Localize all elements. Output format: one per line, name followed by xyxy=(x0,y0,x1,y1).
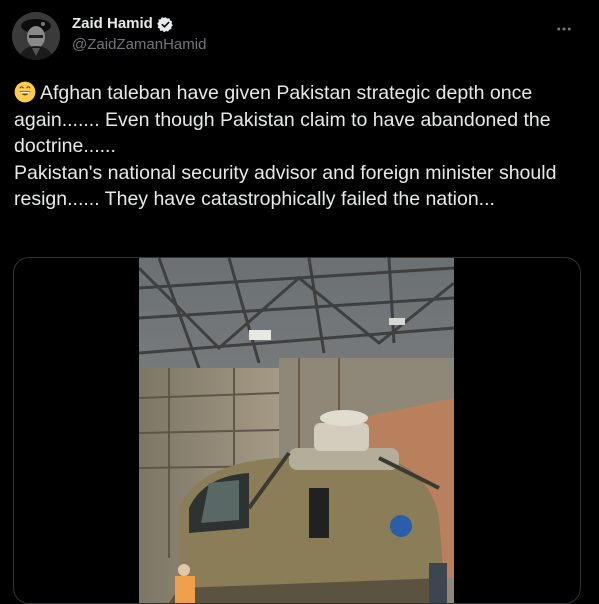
display-name[interactable]: Zaid Hamid xyxy=(72,14,174,34)
avatar-portrait-icon xyxy=(12,12,60,60)
tweet-body: Afghan taleban have given Pakistan strat… xyxy=(14,82,557,210)
tweet-header: Zaid Hamid @ZaidZamanHamid xyxy=(12,12,587,60)
video-thumbnail xyxy=(139,258,454,603)
author-handle[interactable]: @ZaidZamanHamid xyxy=(72,35,206,55)
more-options-button[interactable] xyxy=(549,14,579,44)
avatar[interactable] xyxy=(12,12,60,60)
author-info: Zaid Hamid @ZaidZamanHamid xyxy=(72,14,206,55)
tweet-video[interactable] xyxy=(13,257,581,604)
helicopter-hangar-image xyxy=(139,258,454,603)
tweet: Zaid Hamid @ZaidZamanHamid Afghan taleba… xyxy=(0,0,599,604)
verified-badge-icon xyxy=(157,16,173,32)
display-name-text: Zaid Hamid xyxy=(72,15,153,32)
more-horizontal-icon xyxy=(557,27,571,31)
tweet-text: Afghan taleban have given Pakistan strat… xyxy=(14,80,589,213)
grinning-face-emoji xyxy=(14,81,36,103)
